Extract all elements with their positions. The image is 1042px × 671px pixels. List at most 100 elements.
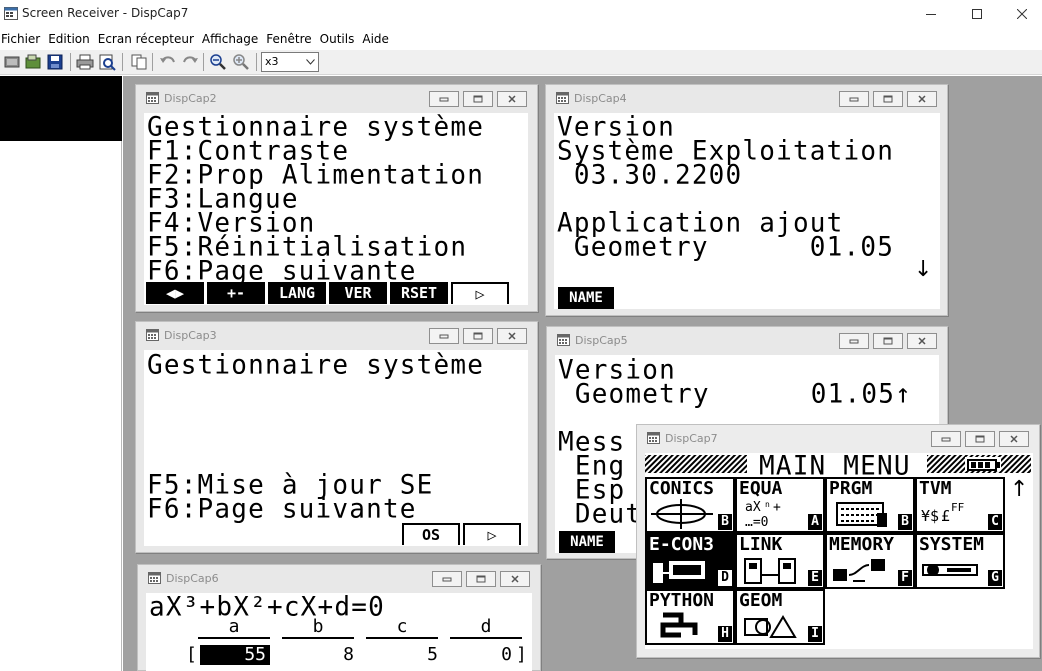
window-titlebar: DispCap4 bbox=[550, 91, 943, 107]
print-preview-icon[interactable] bbox=[98, 53, 116, 71]
close-button[interactable] bbox=[999, 431, 1029, 447]
coef-value-b: 8 bbox=[343, 644, 354, 665]
window-dispcap3[interactable]: DispCap3 Gestionnaire système F5:Mise à … bbox=[135, 321, 538, 553]
window-dispcap4[interactable]: DispCap4 Version Système Exploitation 03… bbox=[545, 84, 948, 316]
window-title: DispCap6 bbox=[166, 572, 219, 585]
function-key-bar: ◀▶ +- LANG VER RSET ▷ bbox=[146, 282, 509, 304]
app-label: E-CON3 bbox=[649, 534, 715, 555]
fkey-lang: LANG bbox=[268, 282, 326, 304]
minimize-button[interactable] bbox=[432, 571, 462, 587]
app-e-con3[interactable]: E-CON3 D bbox=[645, 533, 735, 589]
copy-icon[interactable] bbox=[130, 53, 148, 71]
window-dispcap7[interactable]: DispCap7 MAIN MENU CONICS B EQUA aX n + … bbox=[636, 424, 1040, 658]
menu-affichage[interactable]: Affichage bbox=[202, 32, 263, 46]
close-icon bbox=[1010, 435, 1018, 443]
open-capture-icon[interactable] bbox=[24, 53, 42, 71]
app-label: MEMORY bbox=[829, 534, 895, 555]
app-shortcut-key: B bbox=[718, 514, 732, 530]
zoom-select[interactable]: x3 bbox=[261, 52, 319, 72]
window-app-icon bbox=[148, 572, 161, 584]
window-title: DispCap4 bbox=[574, 92, 627, 105]
maximize-icon bbox=[473, 332, 483, 340]
menu-fenetre[interactable]: Fenêtre bbox=[266, 32, 316, 46]
minimize-icon bbox=[849, 97, 859, 102]
zoom-in-icon[interactable] bbox=[232, 53, 250, 71]
screen-line: F6:Page suivante bbox=[147, 255, 417, 287]
conics-icon bbox=[651, 499, 713, 529]
app-conics[interactable]: CONICS B bbox=[645, 477, 735, 533]
close-icon bbox=[508, 95, 516, 103]
app-python[interactable]: PYTHON H bbox=[645, 589, 735, 645]
close-button[interactable] bbox=[907, 333, 937, 349]
currency-icon: ¥$ FF£ bbox=[921, 501, 964, 525]
window-title: DispCap7 bbox=[665, 432, 718, 445]
undo-icon[interactable] bbox=[159, 53, 177, 71]
minimize-button[interactable] bbox=[839, 91, 869, 107]
link-icon bbox=[744, 558, 796, 584]
maximize-button[interactable] bbox=[954, 0, 1000, 28]
minimize-button[interactable] bbox=[429, 328, 459, 344]
calculator-screen: Version Système Exploitation 03.30.2200 … bbox=[554, 113, 940, 309]
window-title: DispCap5 bbox=[575, 334, 628, 347]
close-button[interactable] bbox=[500, 571, 530, 587]
close-button[interactable] bbox=[999, 0, 1042, 28]
menu-edition[interactable]: Edition bbox=[48, 32, 95, 46]
fkey-power: +- bbox=[207, 282, 265, 304]
close-button[interactable] bbox=[497, 328, 527, 344]
window-titlebar: DispCap5 bbox=[551, 333, 943, 349]
redo-icon[interactable] bbox=[181, 53, 199, 71]
minimize-button[interactable] bbox=[931, 431, 961, 447]
maximize-button[interactable] bbox=[463, 328, 493, 344]
app-prgm[interactable]: PRGM B bbox=[825, 477, 915, 533]
menu-ecran-recepteur[interactable]: Ecran récepteur bbox=[98, 32, 199, 46]
window-titlebar: DispCap6 bbox=[142, 571, 536, 587]
minimize-button[interactable] bbox=[429, 91, 459, 107]
capture-thumbnail[interactable] bbox=[0, 76, 122, 141]
calculator-screen: Gestionnaire système F1:Contraste F2:Pro… bbox=[144, 113, 528, 305]
minimize-button[interactable] bbox=[908, 0, 954, 28]
battery-icon bbox=[967, 459, 1000, 471]
app-equa[interactable]: EQUA aX n + …=0 A bbox=[735, 477, 825, 533]
app-shortcut-key: B bbox=[898, 514, 912, 530]
app-memory[interactable]: MEMORY F bbox=[825, 533, 915, 589]
minimize-icon bbox=[926, 14, 936, 15]
window-dispcap6[interactable]: DispCap6 aX³+bX²+cX+d=0 a b c d [ 55 8 5… bbox=[137, 564, 541, 671]
memory-icon bbox=[833, 559, 885, 582]
maximize-button[interactable] bbox=[873, 91, 903, 107]
fkey-name: NAME bbox=[558, 287, 614, 309]
coef-header-b: b bbox=[312, 616, 324, 637]
menu-aide[interactable]: Aide bbox=[362, 32, 394, 46]
minimize-icon bbox=[849, 339, 859, 344]
capture-icon[interactable] bbox=[3, 53, 21, 71]
app-geom[interactable]: GEOM I bbox=[735, 589, 825, 645]
app-link[interactable]: LINK E bbox=[735, 533, 825, 589]
window-titlebar: DispCap3 bbox=[140, 328, 533, 344]
toolbar-separator bbox=[256, 53, 257, 71]
menu-outils[interactable]: Outils bbox=[320, 32, 360, 46]
coef-header-c: c bbox=[396, 616, 408, 637]
menu-fichier[interactable]: Fichier bbox=[1, 32, 45, 46]
close-icon bbox=[1017, 9, 1027, 19]
window-dispcap2[interactable]: DispCap2 Gestionnaire système F1:Contras… bbox=[135, 84, 538, 312]
svg-text:+: + bbox=[773, 500, 781, 515]
close-icon bbox=[508, 332, 516, 340]
svg-text:aX: aX bbox=[745, 500, 761, 515]
zoom-out-icon[interactable] bbox=[209, 53, 227, 71]
save-icon[interactable] bbox=[46, 53, 64, 71]
toolbar-separator bbox=[203, 53, 204, 71]
app-tvm[interactable]: TVM ¥$ FF £ C bbox=[915, 477, 1005, 533]
svg-text:…=0: …=0 bbox=[745, 515, 768, 529]
maximize-button[interactable] bbox=[466, 571, 496, 587]
maximize-button[interactable] bbox=[873, 333, 903, 349]
maximize-button[interactable] bbox=[463, 91, 493, 107]
window-titlebar: DispCap7 bbox=[641, 431, 1035, 447]
close-button[interactable] bbox=[497, 91, 527, 107]
maximize-button[interactable] bbox=[965, 431, 995, 447]
app-label: LINK bbox=[739, 534, 783, 555]
print-icon[interactable] bbox=[76, 53, 94, 71]
app-system[interactable]: SYSTEM G bbox=[915, 533, 1005, 589]
app-icon bbox=[4, 7, 18, 20]
minimize-button[interactable] bbox=[839, 333, 869, 349]
close-button[interactable] bbox=[907, 91, 937, 107]
window-app-icon bbox=[146, 92, 159, 104]
